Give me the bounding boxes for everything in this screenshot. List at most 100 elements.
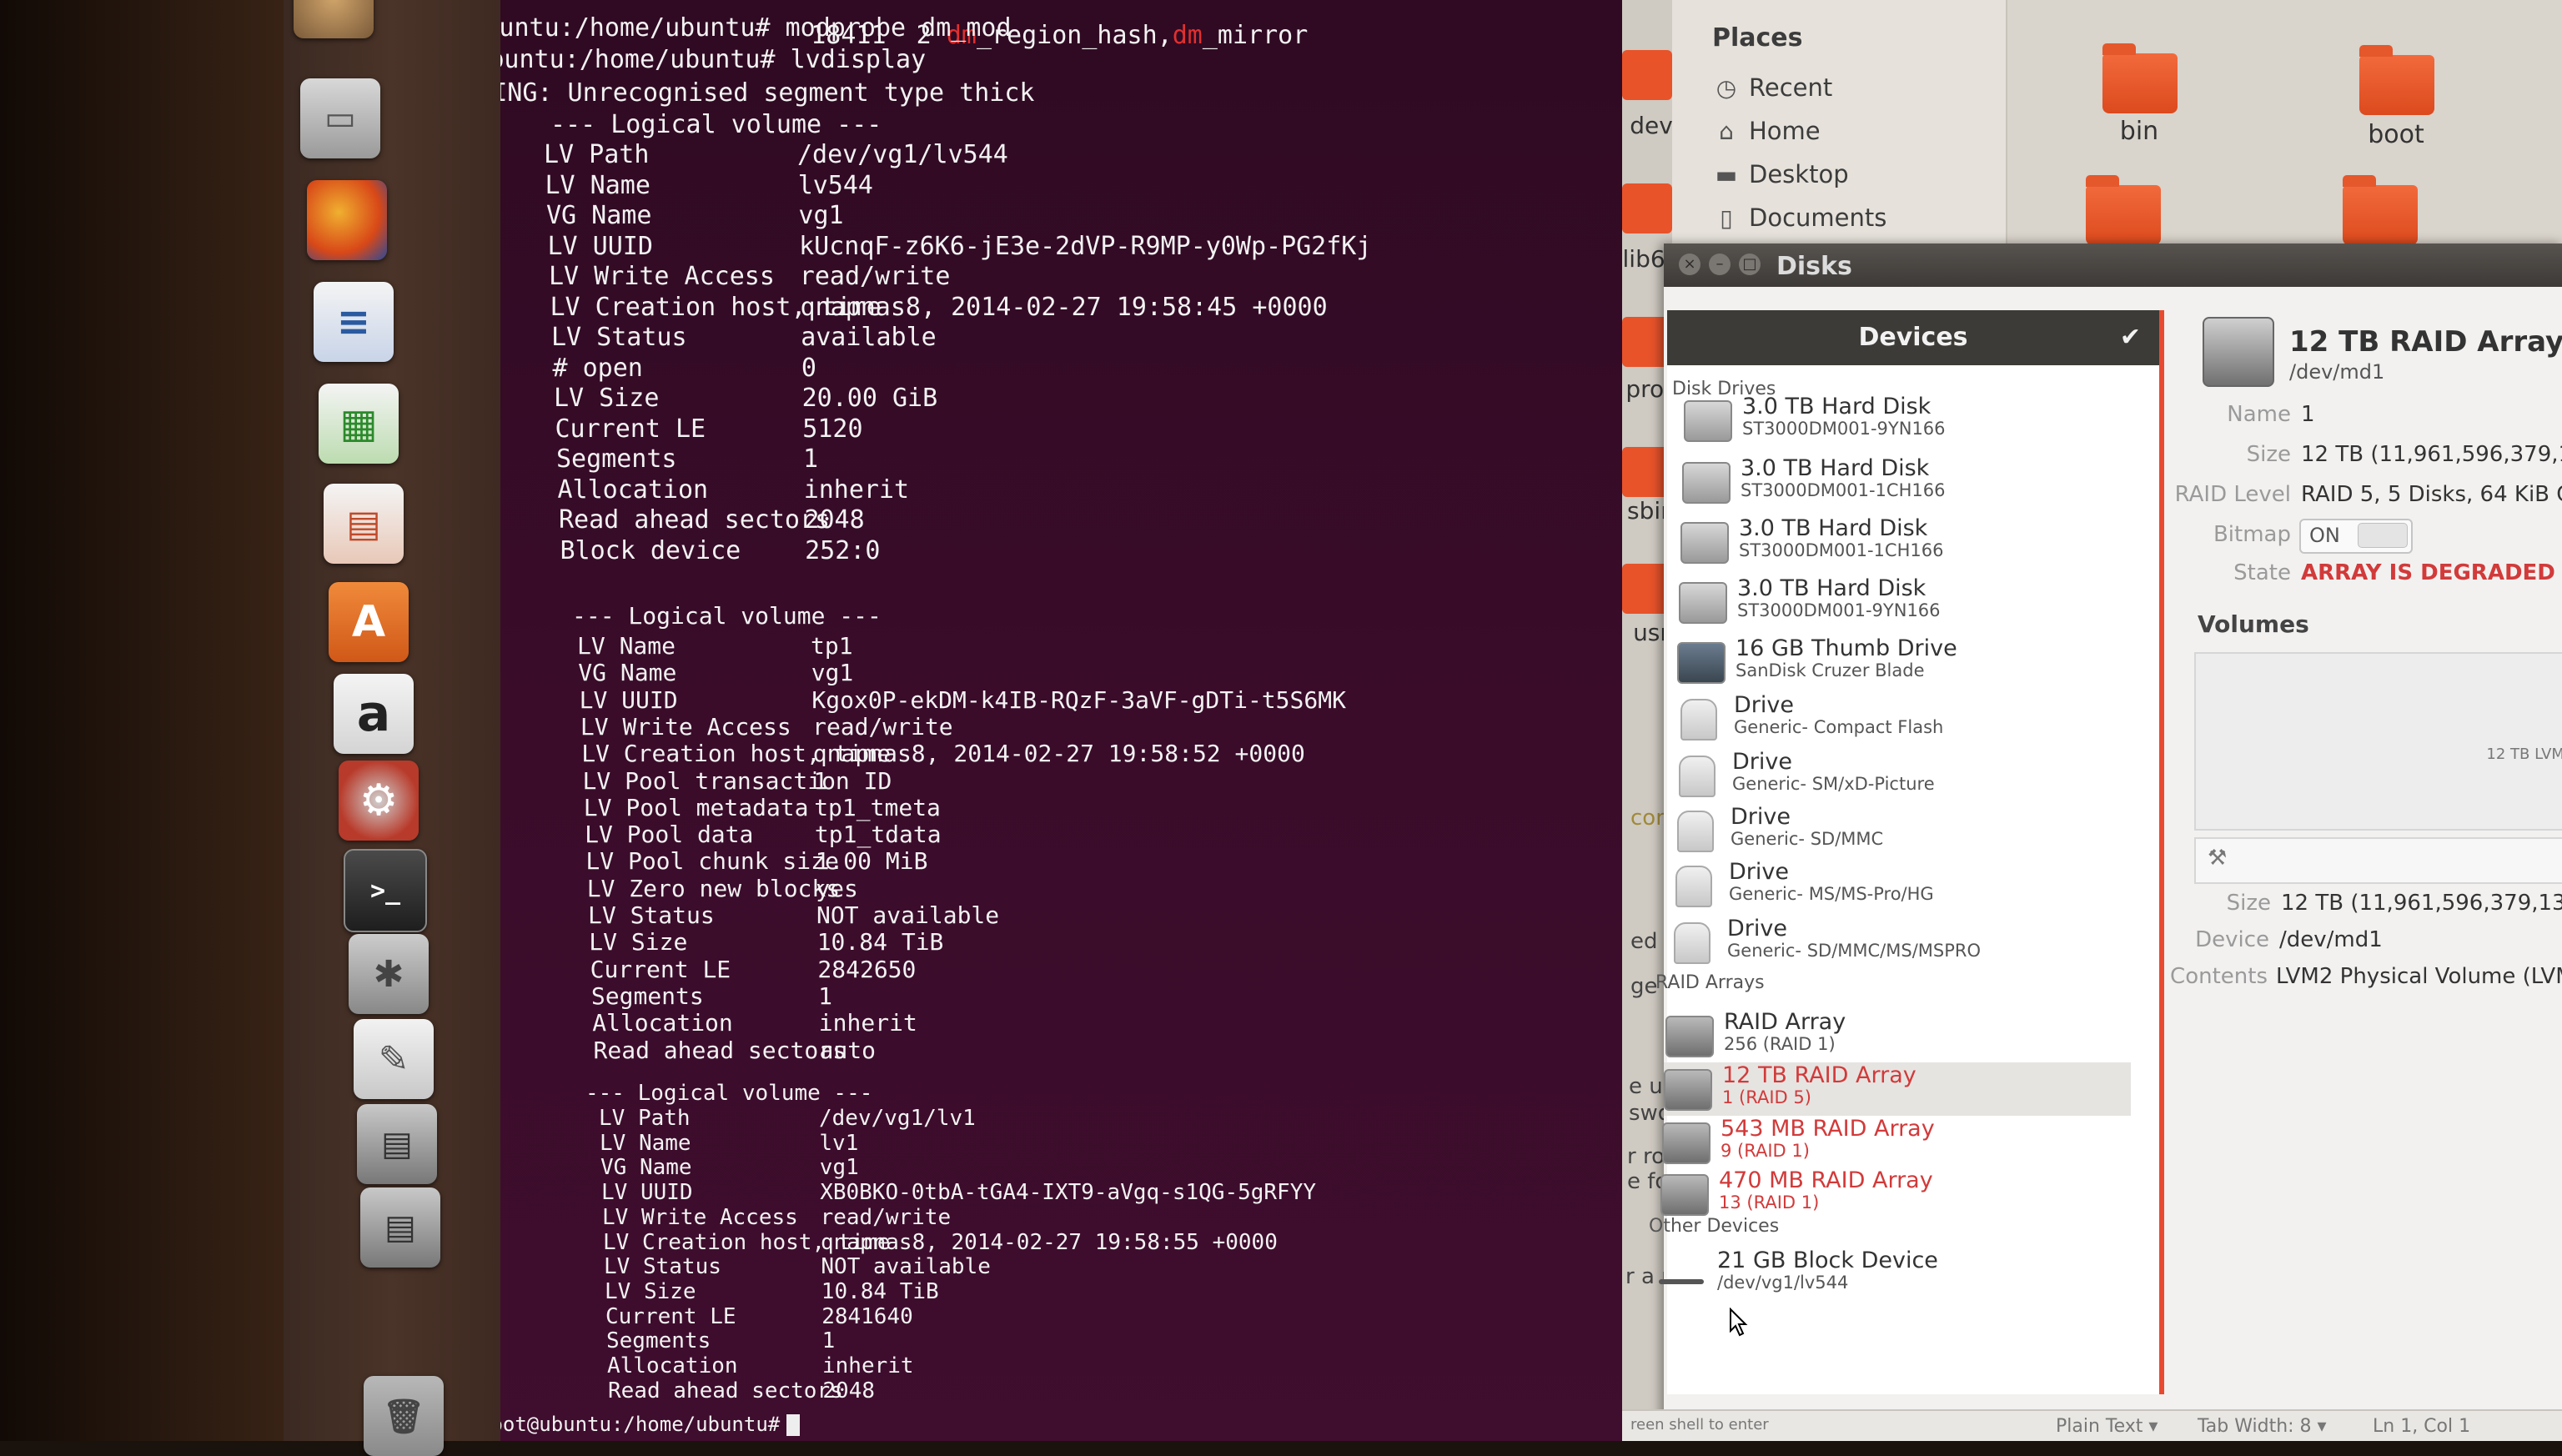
lv-field-value: 2048 (804, 505, 865, 535)
folder-icon[interactable] (1622, 183, 1672, 233)
device-item[interactable]: Drive Generic- MS/MS-Pro/HG (1670, 859, 2138, 912)
device-item[interactable]: 470 MB RAID Array 13 (RAID 1) (1660, 1167, 2127, 1221)
text-editor-icon[interactable]: ✎ (354, 1019, 434, 1099)
device-item[interactable]: Drive Generic- SD/MMC/MS/MSPRO (1669, 916, 2136, 969)
device-item[interactable]: Drive Generic- SM/xD-Picture (1674, 749, 2141, 802)
lv-field-value: 1 (818, 982, 832, 1010)
lv-field-label: Read ahead sectors (608, 1378, 843, 1403)
lv-field-value: qnapnas8, 2014-02-27 19:58:52 +0000 (812, 740, 1305, 768)
lv-field-value: 5120 (802, 414, 863, 444)
block-device-icon (1659, 1279, 1704, 1284)
state-value: ARRAY IS DEGRADED — (2301, 560, 2562, 585)
vol-device-label: Device (2195, 927, 2269, 952)
device-item[interactable]: 543 MB RAID Array 9 (RAID 1) (1662, 1116, 2129, 1169)
bitmap-label: Bitmap (2213, 522, 2291, 547)
lv-field-label: LV Status (604, 1254, 721, 1280)
lv-field-value: auto (819, 1036, 876, 1064)
writer-icon[interactable]: ≡ (314, 282, 394, 362)
folder-icon[interactable] (2343, 175, 2418, 245)
close-icon[interactable]: × (1679, 254, 1700, 275)
place-recent[interactable]: ◷ Recent (1714, 73, 1832, 102)
toggle-label: ON (2309, 524, 2340, 547)
device-item[interactable]: 3.0 TB Hard Disk ST3000DM001-9YN166 (1679, 575, 2146, 629)
folder-icon[interactable] (2102, 43, 2178, 113)
tab-width-dropdown[interactable]: Tab Width: 8 ▾ (2198, 1416, 2327, 1437)
lv-row: Read ahead sectors 2048 (500, 1378, 1622, 1412)
calc-icon[interactable]: ▦ (319, 384, 399, 464)
lv-field-label: LV Status (588, 901, 715, 929)
minimize-icon[interactable]: – (1709, 254, 1731, 275)
place-documents[interactable]: ▯ Documents (1714, 203, 1886, 232)
impress-icon[interactable]: ▤ (324, 484, 404, 564)
plain-text-dropdown[interactable]: Plain Text ▾ (2056, 1416, 2158, 1437)
device-item[interactable]: RAID Array 256 (RAID 1) (1665, 1009, 2132, 1062)
section-other-devices: Other Devices (1649, 1216, 1780, 1237)
terminal-icon[interactable]: >_ (344, 849, 427, 932)
wrench-icon[interactable]: ⚒ (2208, 846, 2227, 871)
checkmark-icon[interactable]: ✔ (2120, 310, 2141, 365)
lv-field-value: inherit (818, 1009, 917, 1037)
hard-disk-icon (1684, 400, 1732, 442)
device-item[interactable]: Drive Generic- SD/MMC (1672, 804, 2139, 857)
raid-array-icon (1665, 1016, 1714, 1057)
vol-contents-label: Contents (2170, 964, 2268, 989)
lv-field-value: 1 (821, 1328, 836, 1354)
volume-map[interactable]: 12 TB LVM2 P (2194, 652, 2562, 831)
name-label: Name (2227, 402, 2291, 427)
lv-field-label: Block device (560, 535, 741, 565)
device-item[interactable]: 12 TB RAID Array 1 (RAID 5) (1664, 1062, 2131, 1116)
terminal-window[interactable]: 18411 2 dm_region_hash,dm_mirror root@ub… (500, 0, 1622, 1441)
lv-row: LV Name lv544 (500, 171, 1622, 204)
device-item[interactable]: Drive Generic- Compact Flash (1675, 692, 2143, 746)
final-prompt-line[interactable]: root@ubuntu:/home/ubuntu# (500, 1413, 801, 1436)
place-desktop[interactable]: ▬ Desktop (1714, 160, 1849, 188)
maximize-icon[interactable]: □ (1739, 254, 1761, 275)
device-name: RAID Array (1724, 1009, 1846, 1035)
folder-icon[interactable] (2359, 45, 2434, 115)
usb-drive-icon (1680, 699, 1717, 741)
device-item[interactable]: 3.0 TB Hard Disk ST3000DM001-1CH166 (1682, 455, 2149, 509)
software-center-icon[interactable]: A (329, 582, 409, 662)
disks-utility-icon[interactable]: ✱ (349, 934, 429, 1014)
lv-field-value: yes (816, 874, 858, 902)
launcher-top-icon[interactable] (294, 0, 374, 38)
amazon-icon[interactable]: a (334, 674, 414, 754)
device-subtitle: ST3000DM001-1CH166 (1741, 480, 1946, 500)
devices-header: Devices ✔ (1667, 310, 2159, 365)
bitmap-toggle[interactable]: ON (2299, 519, 2413, 554)
lv-field-label: LV Size (589, 928, 688, 956)
device-subtitle: ST3000DM001-9YN166 (1737, 600, 1941, 620)
place-home[interactable]: ⌂ Home (1714, 117, 1821, 145)
folder-icon[interactable] (1622, 50, 1672, 100)
prompt-text: root@ubuntu:/home/ubuntu# (500, 1413, 781, 1436)
place-label: Desktop (1749, 160, 1849, 188)
lv-field-value: NOT available (821, 1254, 991, 1280)
lv-field-label: LV Name (577, 632, 676, 660)
lv-field-label: Segments (556, 444, 677, 474)
device-name: Drive (1732, 749, 1792, 775)
drive-icon-1[interactable]: ▤ (357, 1104, 437, 1184)
lv-field-value: 2842650 (817, 955, 917, 983)
drive-icon-2[interactable]: ▤ (360, 1187, 440, 1268)
command-line-2: root@ubuntu:/home/ubuntu# lvdisplay (500, 45, 926, 74)
device-item[interactable]: 3.0 TB Hard Disk ST3000DM001-1CH166 (1680, 515, 2148, 569)
device-item[interactable]: 16 GB Thumb Drive SanDisk Cruzer Blade (1677, 635, 2144, 689)
device-name: 16 GB Thumb Drive (1736, 635, 1957, 661)
device-item[interactable]: 21 GB Block Device/dev/vg1/lv544 (1659, 1248, 2126, 1301)
device-item[interactable]: 3.0 TB Hard Disk ST3000DM001-9YN166 (1684, 394, 2151, 447)
lv-field-value: 10.84 TiB (816, 928, 944, 956)
firefox-icon[interactable] (307, 180, 387, 260)
lv-field-label: VG Name (546, 201, 652, 230)
settings-icon[interactable]: ⚙ (339, 761, 419, 841)
lv-field-label: Allocation (557, 474, 709, 505)
folder-label-boot[interactable]: boot (2346, 120, 2446, 149)
lv-row: Read ahead sectors auto (500, 1037, 1622, 1070)
lv-row: LV Size 20.00 GiB (500, 384, 1622, 417)
trash-icon[interactable]: 🗑 (364, 1376, 444, 1456)
place-label: Home (1749, 117, 1821, 145)
files-icon[interactable]: ▭ (300, 78, 380, 158)
folder-label-bin[interactable]: bin (2089, 117, 2189, 146)
folder-icon[interactable] (2086, 175, 2161, 245)
lv-field-value: lv544 (797, 170, 873, 200)
lv-field-label: LV Path (599, 1106, 691, 1131)
